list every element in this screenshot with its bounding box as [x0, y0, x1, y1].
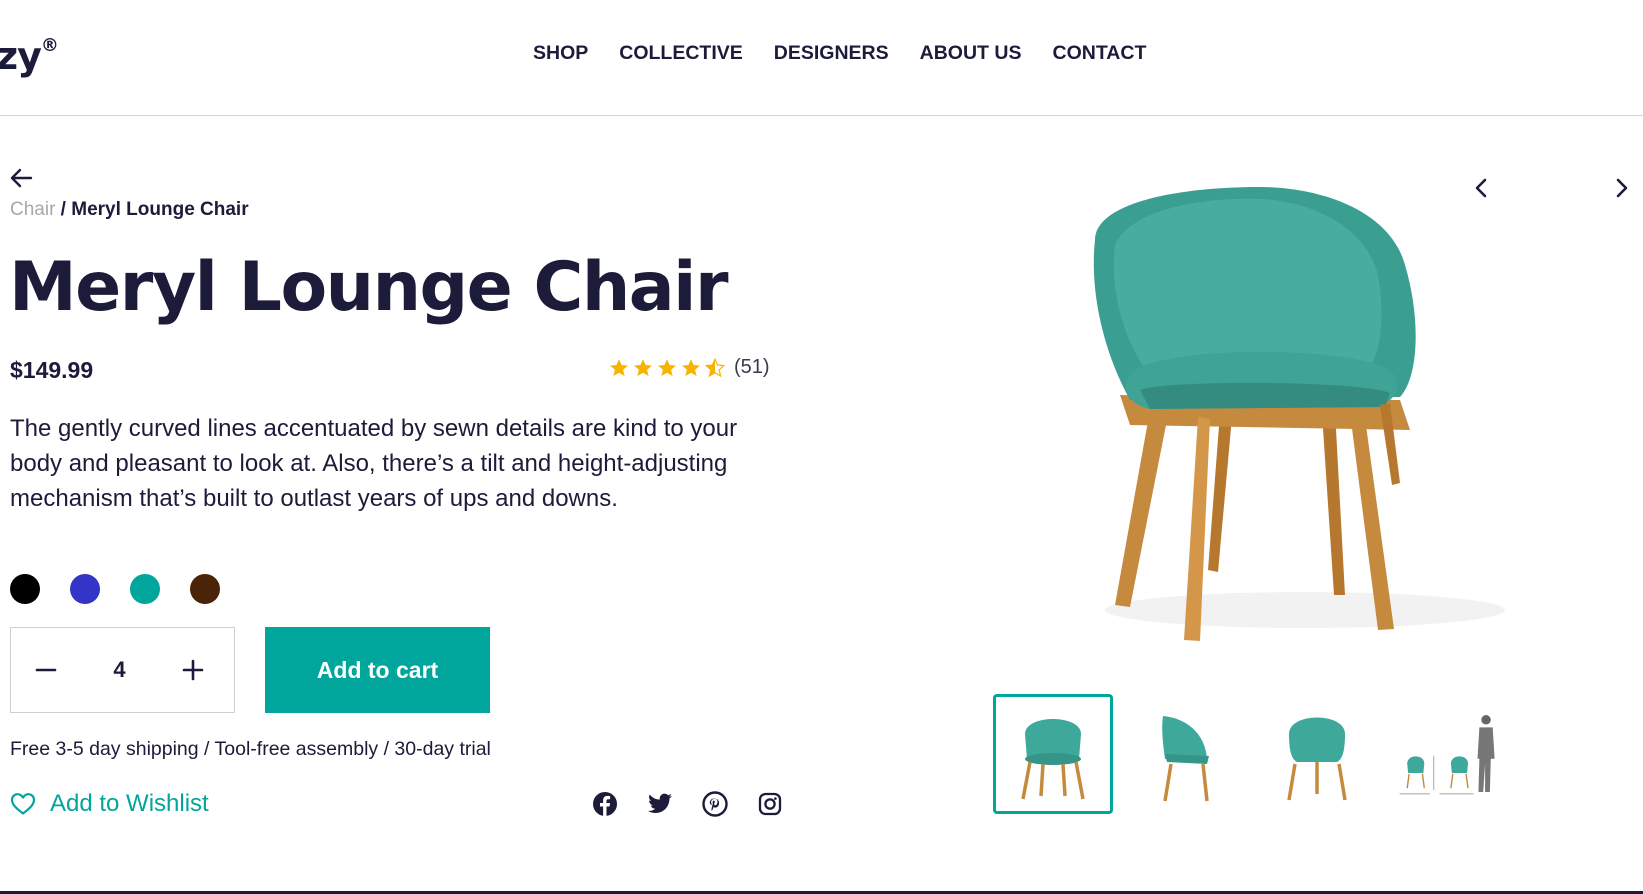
breadcrumb-parent[interactable]: Chair: [10, 199, 55, 220]
product-main-image[interactable]: [1060, 185, 1540, 660]
heart-icon: [10, 793, 36, 815]
decrease-quantity-button[interactable]: [35, 659, 57, 681]
nav-shop[interactable]: SHOP: [533, 42, 588, 65]
plus-icon: [182, 659, 204, 681]
shipping-info: Free 3-5 day shipping / Tool-free assemb…: [10, 738, 491, 760]
breadcrumb: Chair / Meryl Lounge Chair: [10, 199, 249, 221]
color-swatch-brown[interactable]: [190, 574, 220, 604]
product-title: Meryl Lounge Chair: [9, 248, 729, 327]
nav-contact[interactable]: CONTACT: [1052, 42, 1146, 65]
thumbnail-side[interactable]: [1125, 694, 1245, 814]
product-description: The gently curved lines accentuated by s…: [10, 415, 738, 512]
star-icon: [682, 358, 700, 376]
quantity-stepper: 4: [10, 627, 235, 713]
instagram-icon[interactable]: [757, 791, 783, 817]
rating-count: (51): [734, 356, 770, 378]
next-image-icon[interactable]: [1609, 175, 1633, 201]
star-icon: [658, 358, 676, 376]
rating-stars: [609, 357, 725, 378]
breadcrumb-current: Meryl Lounge Chair: [71, 199, 249, 220]
minus-icon: [35, 668, 57, 672]
add-to-cart-button[interactable]: Add to cart: [265, 627, 490, 713]
product-price: $149.99: [10, 357, 94, 383]
thumbnail-front[interactable]: [993, 694, 1113, 814]
star-icon: [634, 358, 652, 376]
star-icon: [705, 357, 725, 377]
increase-quantity-button[interactable]: [182, 659, 204, 681]
star-icon: [610, 358, 628, 376]
twitter-icon[interactable]: [647, 791, 673, 817]
thumbnail-dimensions[interactable]: [1389, 694, 1509, 814]
back-arrow-icon[interactable]: [9, 165, 35, 191]
color-swatches: [10, 574, 220, 604]
site-header: zy® SHOP COLLECTIVE DESIGNERS ABOUT US C…: [0, 0, 1643, 116]
quantity-value[interactable]: 4: [113, 657, 125, 683]
color-swatch-blue[interactable]: [70, 574, 100, 604]
facebook-icon[interactable]: [592, 791, 618, 817]
add-to-wishlist-button[interactable]: Add to Wishlist: [10, 790, 209, 818]
color-swatch-teal[interactable]: [130, 574, 160, 604]
breadcrumb-separator: /: [55, 199, 72, 220]
thumbnail-back[interactable]: [1257, 694, 1377, 814]
main-nav: SHOP COLLECTIVE DESIGNERS ABOUT US CONTA…: [533, 42, 1177, 65]
thumbnail-gallery: [993, 694, 1509, 814]
product-rating[interactable]: (51): [609, 356, 770, 379]
color-swatch-black[interactable]: [10, 574, 40, 604]
social-share: [592, 791, 783, 817]
pinterest-icon[interactable]: [702, 791, 728, 817]
nav-collective[interactable]: COLLECTIVE: [619, 42, 743, 65]
logo[interactable]: zy®: [0, 34, 59, 78]
nav-about-us[interactable]: ABOUT US: [920, 42, 1022, 65]
wishlist-label: Add to Wishlist: [50, 790, 209, 817]
nav-designers[interactable]: DESIGNERS: [774, 42, 889, 65]
